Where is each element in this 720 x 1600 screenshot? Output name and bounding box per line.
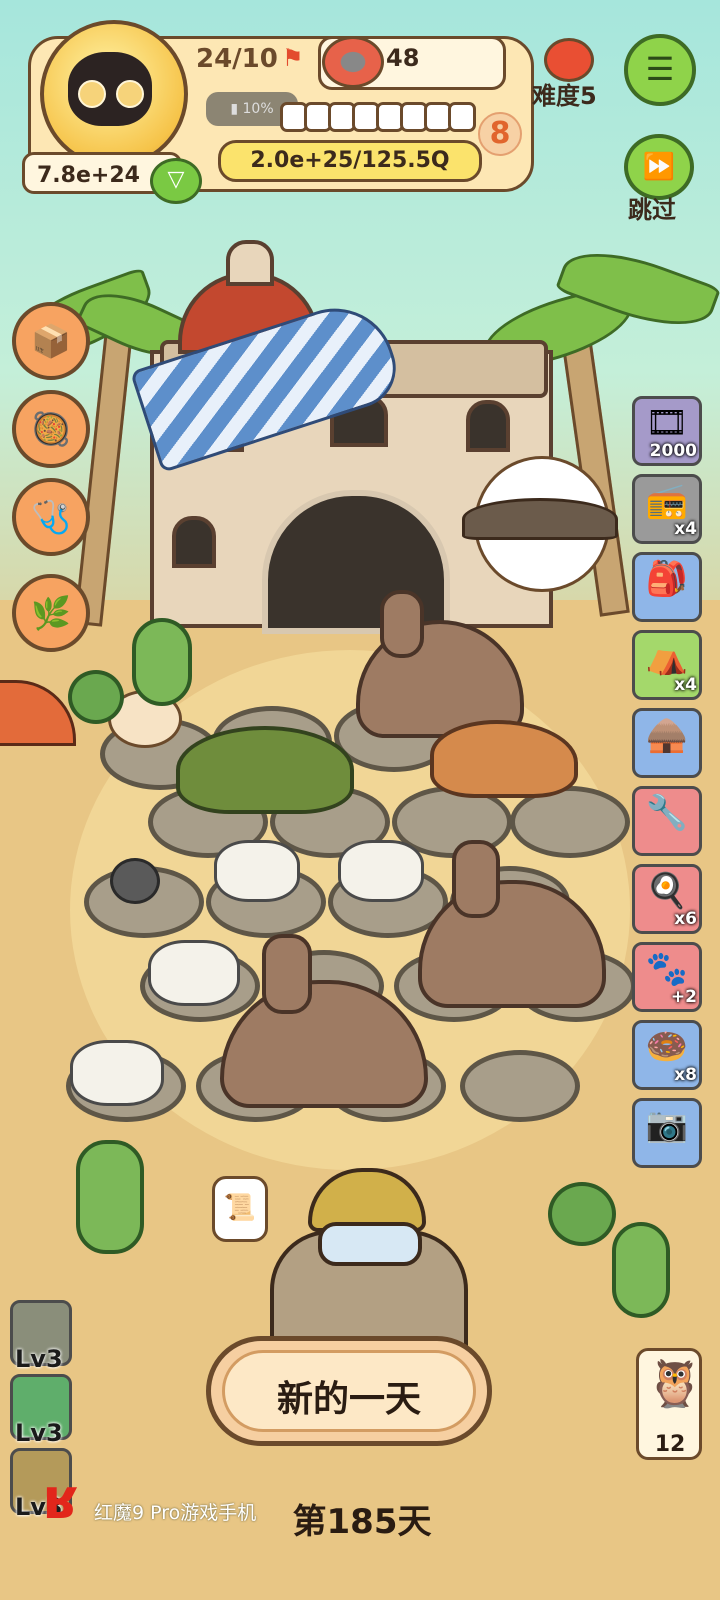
shop-item-paw-plus[interactable]: 🐾 +2 <box>632 942 702 1012</box>
shop-item-film-reel[interactable]: 🎞 2000 <box>632 396 702 466</box>
sack-icon: 🎒 <box>645 559 689 599</box>
device-watermark: 红魔9 Pro游戏手机 <box>94 1502 257 1524</box>
shop-item-count: +2 <box>670 987 697 1007</box>
food-bowl-icon <box>322 36 384 88</box>
temple-cupola <box>226 240 274 286</box>
new-day-label: 新的一天 <box>276 1379 421 1420</box>
skip-label: 跳过 <box>628 196 676 224</box>
cat-eye <box>116 80 144 108</box>
shop-item-count: x6 <box>674 909 697 929</box>
jackalope[interactable] <box>70 1040 164 1106</box>
menu-button[interactable]: ☰ <box>624 34 696 106</box>
shop-item-hut[interactable]: 🛖 <box>632 708 702 778</box>
tent-icon: ⛺ <box>645 637 689 677</box>
film-reel-icon: 🎞 <box>645 403 689 443</box>
battery-text: 10% <box>242 101 274 117</box>
animal-level-card[interactable]: Lv3 <box>10 1300 72 1373</box>
money-dropdown-button[interactable]: ▽ <box>150 158 202 204</box>
pterodactyl[interactable] <box>462 498 618 540</box>
owl-icon: 🦉 <box>646 1356 704 1410</box>
difficulty-label: 难度5 <box>532 82 597 110</box>
brontosaurus-neck <box>262 934 312 1014</box>
shop-item-donut[interactable]: 🍩 x8 <box>632 1020 702 1090</box>
cat-eye <box>78 80 106 108</box>
box-button[interactable]: 📦 <box>12 302 90 380</box>
hut-icon: 🛖 <box>645 715 689 755</box>
plant-button[interactable]: 🌿 <box>12 574 90 652</box>
enclosure-spot[interactable] <box>460 1050 580 1122</box>
player-level-badge: 8 <box>478 112 522 156</box>
brontosaurus-neck <box>380 590 424 658</box>
jackalope[interactable] <box>338 840 424 902</box>
paw-plus-icon: 🐾 <box>645 949 689 989</box>
certificate-icon[interactable]: 📜 <box>212 1176 268 1242</box>
progress-segment <box>448 102 476 132</box>
mosquito[interactable] <box>110 858 160 904</box>
black-cat-avatar-icon <box>68 52 152 126</box>
shop-item-pot[interactable]: 🍳 x6 <box>632 864 702 934</box>
temple-window <box>172 516 216 568</box>
shop-item-count: 2000 <box>649 441 697 461</box>
experience-bar: 2.0e+25/125.5Q <box>218 140 482 182</box>
shop-item-tools[interactable]: 🔧 <box>632 786 702 856</box>
temple-window <box>466 400 510 452</box>
shop-item-walkie-talkie[interactable]: 📻 x4 <box>632 474 702 544</box>
day-counter: 第185天 <box>292 1502 432 1542</box>
animal-level-card[interactable]: Lv3 <box>10 1374 72 1447</box>
shop-item-count: x4 <box>674 519 697 539</box>
flag-icon: ⚑ <box>282 44 304 72</box>
brontosaurus-neck <box>452 840 500 918</box>
pot-icon: 🍳 <box>645 871 689 911</box>
food-count: 48 <box>386 44 420 72</box>
shop-item-count: x8 <box>674 1065 697 1085</box>
red-magic-logo-icon: ʁ <box>44 1467 80 1532</box>
jackalope[interactable] <box>214 840 300 902</box>
cactus <box>612 1222 670 1318</box>
medkit-button[interactable]: 🩺 <box>12 478 90 556</box>
shop-item-count: x4 <box>674 675 697 695</box>
owl-count: 12 <box>654 1432 686 1457</box>
ankylosaurus[interactable] <box>176 726 354 814</box>
level-label: Lv3 <box>15 1345 63 1373</box>
vr-goggles <box>318 1222 422 1266</box>
cactus <box>132 618 192 706</box>
cactus <box>76 1140 144 1254</box>
shop-item-tent[interactable]: ⛺ x4 <box>632 630 702 700</box>
shop-item-camera[interactable]: 📷 <box>632 1098 702 1168</box>
level-label: Lv3 <box>15 1419 63 1447</box>
days-progress: 24/10 <box>196 44 278 74</box>
tools-icon: 🔧 <box>645 793 689 833</box>
food-bowl-button[interactable]: 🥘 <box>12 390 90 468</box>
jackalope[interactable] <box>148 940 240 1006</box>
barrel-cactus <box>68 670 124 724</box>
shop-item-sack[interactable]: 🎒 <box>632 552 702 622</box>
donut-icon: 🍩 <box>645 1027 689 1067</box>
camera-icon: 📷 <box>645 1105 689 1145</box>
barrel-cactus <box>548 1182 616 1246</box>
walkie-talkie-icon: 📻 <box>645 481 689 521</box>
